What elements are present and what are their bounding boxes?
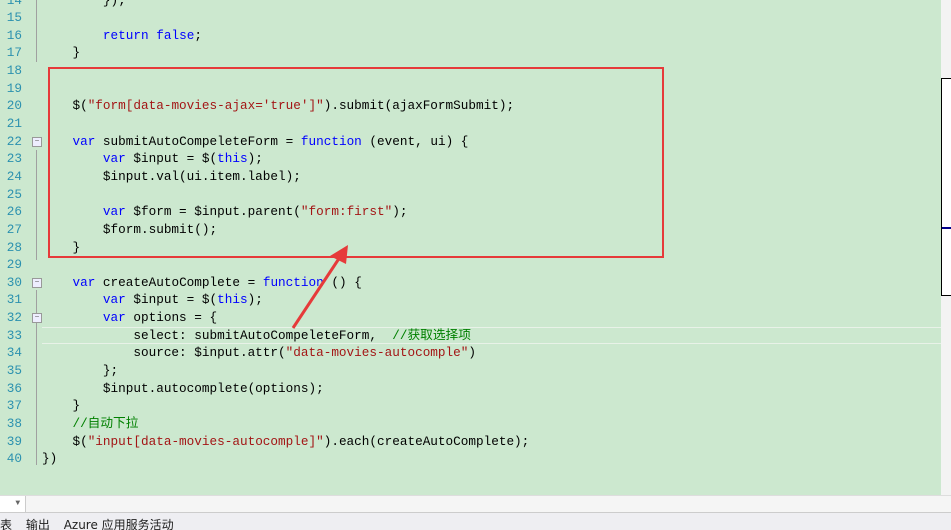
zoom-dropdown[interactable]: ▼ [0, 496, 26, 512]
tab-list[interactable]: 表 [0, 518, 12, 530]
side-panel[interactable] [941, 78, 951, 296]
bottom-tab-strip: 表 输出 Azure 应用服务活动 [0, 512, 951, 530]
annotation-arrow [291, 245, 348, 329]
position-marker [942, 227, 951, 229]
tab-azure-activity[interactable]: Azure 应用服务活动 [64, 518, 174, 530]
tab-output[interactable]: 输出 [26, 518, 50, 530]
code-editor[interactable]: 14 }); 15 16 return false; 17 } 18 19 20 $("fo… [0, 0, 941, 495]
chevron-down-icon: ▼ [15, 499, 25, 508]
horizontal-scrollbar[interactable]: ▼ [0, 495, 951, 513]
